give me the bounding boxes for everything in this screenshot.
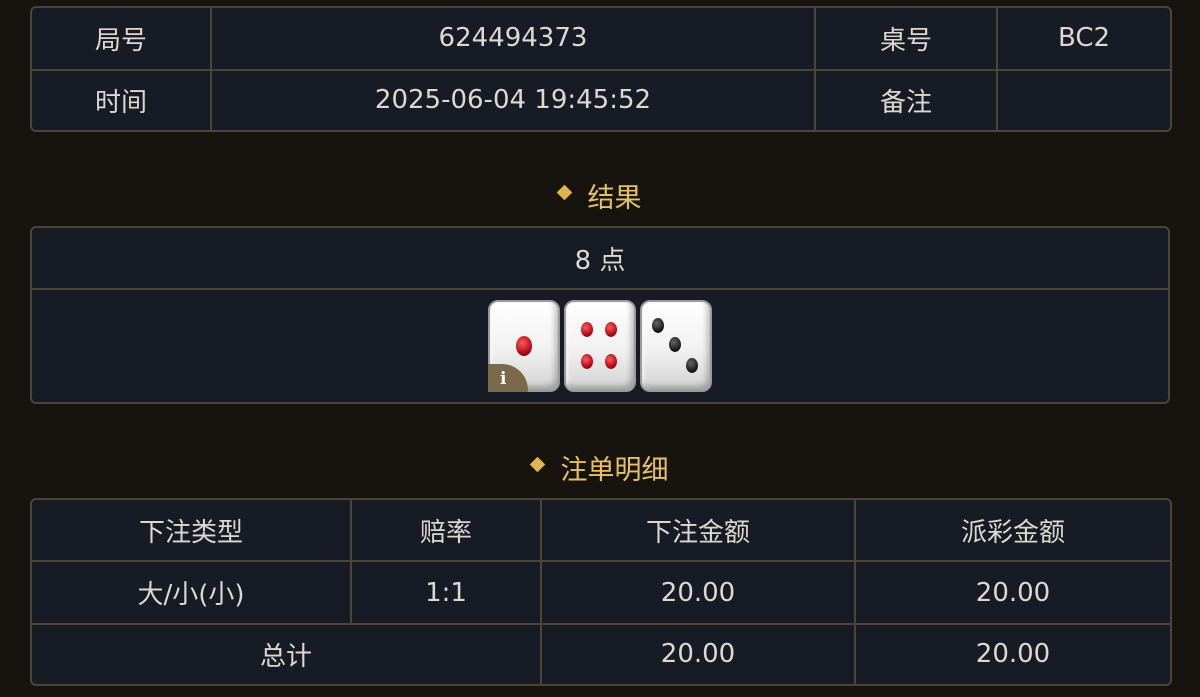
diamond-bullet-icon [556, 184, 572, 201]
result-title-text: 结果 [587, 183, 642, 214]
dice-row: i [32, 290, 1168, 402]
remark-value [998, 71, 1170, 130]
total-label: 总计 [32, 624, 542, 684]
header-bet-type: 下注类型 [32, 500, 352, 563]
round-info-table: 局号 624494373 桌号 BC2 时间 2025-06-04 19:45:… [30, 6, 1172, 132]
die-pip [516, 336, 532, 356]
total-payout-amount: 20.00 [975, 639, 1051, 670]
table-number-value: BC2 [998, 8, 1170, 71]
die-pip [652, 318, 664, 333]
info-icon[interactable]: i [488, 364, 528, 392]
bet-amount-cell: 20.00 [542, 562, 856, 625]
result-section-title: 结果 [0, 176, 1200, 215]
diamond-bullet-icon [529, 456, 545, 473]
die-three [640, 300, 712, 392]
bet-type-cell: 大/小(小) [32, 562, 352, 625]
die-one: i [488, 300, 560, 392]
header-odds: 赔率 [352, 500, 542, 563]
odds-cell: 1:1 [352, 562, 542, 625]
time-value: 2025-06-04 19:45:52 [212, 70, 816, 130]
remark-label: 备注 [816, 70, 998, 130]
result-table: 8 点 i [30, 226, 1170, 404]
total-bet-amount: 20.00 [542, 624, 856, 684]
time-label: 时间 [32, 70, 212, 130]
round-number-value: 624494373 [212, 8, 816, 71]
die-pip [581, 354, 593, 369]
dice-cell: i [32, 290, 1168, 402]
die-pip [605, 322, 617, 337]
bet-details-table: 下注类型 赔率 下注金额 派彩金额 大/小(小) 1:1 20.00 20.00… [30, 498, 1172, 686]
payout-amount-cell: 20.00 [856, 562, 1170, 625]
total-row: 总计 20.00 20.00 [32, 624, 1170, 684]
bet-details-section-title: 注单明细 [0, 448, 1200, 487]
die-four [564, 300, 636, 392]
header-bet-amount: 下注金额 [542, 500, 856, 563]
bet-details-title-text: 注单明细 [560, 455, 669, 486]
die-pip [605, 354, 617, 369]
bet-detail-page: 局号 624494373 桌号 BC2 时间 2025-06-04 19:45:… [0, 0, 1200, 697]
die-pip [581, 322, 593, 337]
points-total: 8 点 [32, 228, 1168, 290]
header-payout-amount: 派彩金额 [856, 500, 1170, 563]
table-number-label: 桌号 [816, 8, 998, 71]
die-pip [669, 337, 681, 352]
table-header-row: 下注类型 赔率 下注金额 派彩金额 [32, 500, 1170, 563]
round-number-label: 局号 [32, 8, 212, 71]
table-row: 大/小(小) 1:1 20.00 20.00 [32, 562, 1170, 625]
die-pip [686, 358, 698, 373]
